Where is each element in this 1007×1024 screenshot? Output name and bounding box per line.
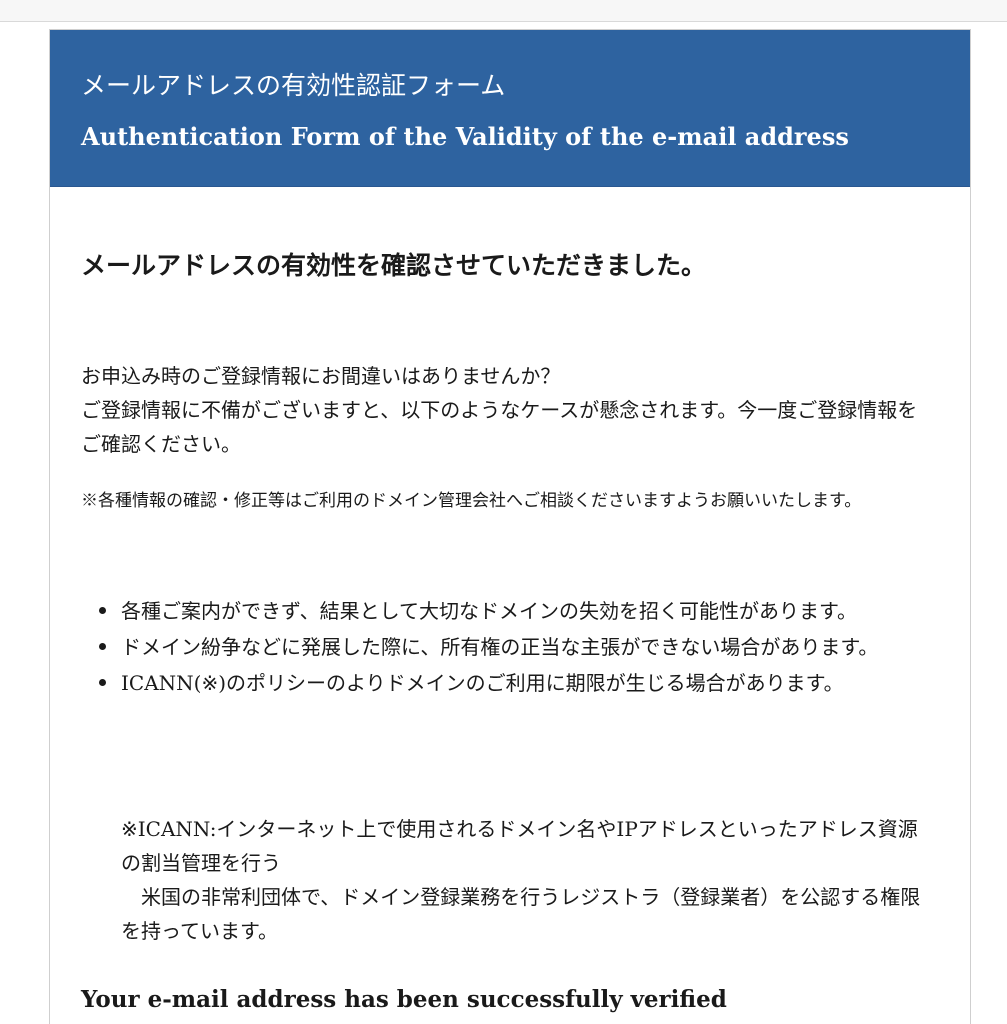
list-item: 各種ご案内ができず、結果として大切なドメインの失効を招く可能性があります。 <box>81 594 931 628</box>
bullet-icon <box>99 643 106 650</box>
domain-manager-notice: ※各種情報の確認・修正等はご利用のドメイン管理会社へご相談くださいますようお願い… <box>81 491 862 511</box>
case-text: ドメイン紛争などに発展した際に、所有権の正当な主張ができない場合があります。 <box>121 635 879 659</box>
bullet-icon <box>99 607 106 614</box>
case-text: 各種ご案内ができず、結果として大切なドメインの失効を招く可能性があります。 <box>121 599 857 623</box>
icann-definition: ※ICANN:インターネット上で使用されるドメイン名やIPアドレスといったアドレ… <box>121 817 918 875</box>
form-title-japanese: メールアドレスの有効性認証フォーム <box>81 71 506 100</box>
success-heading: メールアドレスの有効性を確認させていただきました。 <box>81 251 707 280</box>
list-item: ドメイン紛争などに発展した際に、所有権の正当な主張ができない場合があります。 <box>81 630 931 664</box>
registration-check-message: お申込み時のご登録情報にお間違いはありませんか？ ご登録情報に不備がございますと… <box>81 359 936 461</box>
list-item: ICANN(※)のポリシーのよりドメインのご利用に期限が生じる場合があります。 <box>81 666 931 700</box>
verified-message-english: Your e-mail address has been successfull… <box>81 986 727 1013</box>
icann-footnote: ※ICANN:インターネット上で使用されるドメイン名やIPアドレスといったアドレ… <box>121 812 936 948</box>
registration-question: お申込み時のご登録情報にお間違いはありませんか？ <box>81 364 561 388</box>
case-text: ICANN(※)のポリシーのよりドメインのご利用に期限が生じる場合があります。 <box>121 671 844 695</box>
browser-toolbar-edge <box>0 0 1007 22</box>
form-header: メールアドレスの有効性認証フォーム Authentication Form of… <box>50 30 970 187</box>
registration-warning: ご登録情報に不備がございますと、以下のようなケースが懸念されます。今一度ご登録情… <box>81 398 918 456</box>
verification-card: メールアドレスの有効性認証フォーム Authentication Form of… <box>49 29 971 1024</box>
concern-case-list: 各種ご案内ができず、結果として大切なドメインの失効を招く可能性があります。 ドメ… <box>81 594 931 702</box>
bullet-icon <box>99 679 106 686</box>
icann-role: 米国の非常利団体で、ドメイン登録業務を行うレジストラ（登録業者）を公認する権限を… <box>121 885 921 943</box>
form-title-english: Authentication Form of the Validity of t… <box>81 122 849 151</box>
